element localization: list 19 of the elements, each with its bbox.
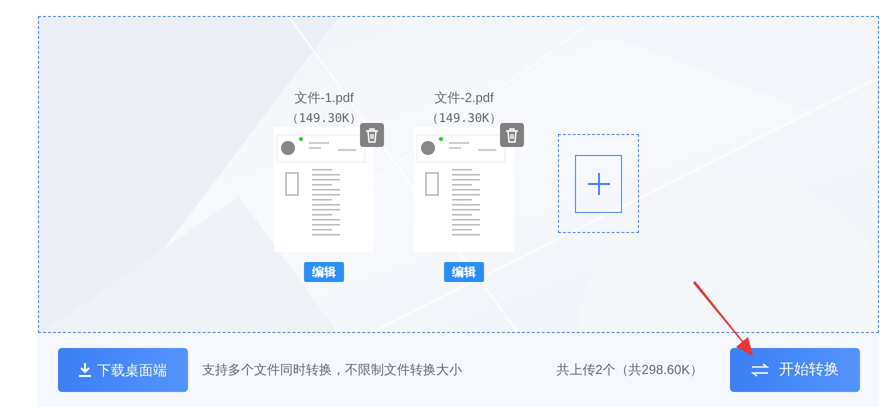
upload-area[interactable]: 文件-1.pdf （149.30K） 编辑 文件-2.pdf （149.30K） 编辑	[38, 16, 879, 333]
hint-text: 支持多个文件同时转换，不限制文件转换大小	[202, 361, 462, 380]
edit-button[interactable]: 编辑	[444, 262, 484, 282]
convert-button[interactable]: 开始转换	[730, 348, 860, 392]
delete-button[interactable]	[360, 123, 384, 147]
swap-icon	[751, 363, 769, 377]
download-icon	[79, 363, 91, 377]
upload-summary: 共上传2个（共298.60K）	[556, 361, 703, 380]
add-file-button[interactable]	[558, 134, 639, 233]
delete-button[interactable]	[500, 123, 524, 147]
file-name: 文件-2.pdf	[434, 89, 494, 107]
plus-icon	[588, 172, 610, 194]
trash-icon	[365, 128, 379, 142]
trash-icon	[505, 128, 519, 142]
file-name: 文件-1.pdf	[294, 89, 354, 107]
file-size: （149.30K）	[286, 110, 362, 127]
download-button[interactable]: 下载桌面端	[58, 348, 188, 392]
file-size: （149.30K）	[426, 110, 502, 127]
edit-button[interactable]: 编辑	[304, 262, 344, 282]
